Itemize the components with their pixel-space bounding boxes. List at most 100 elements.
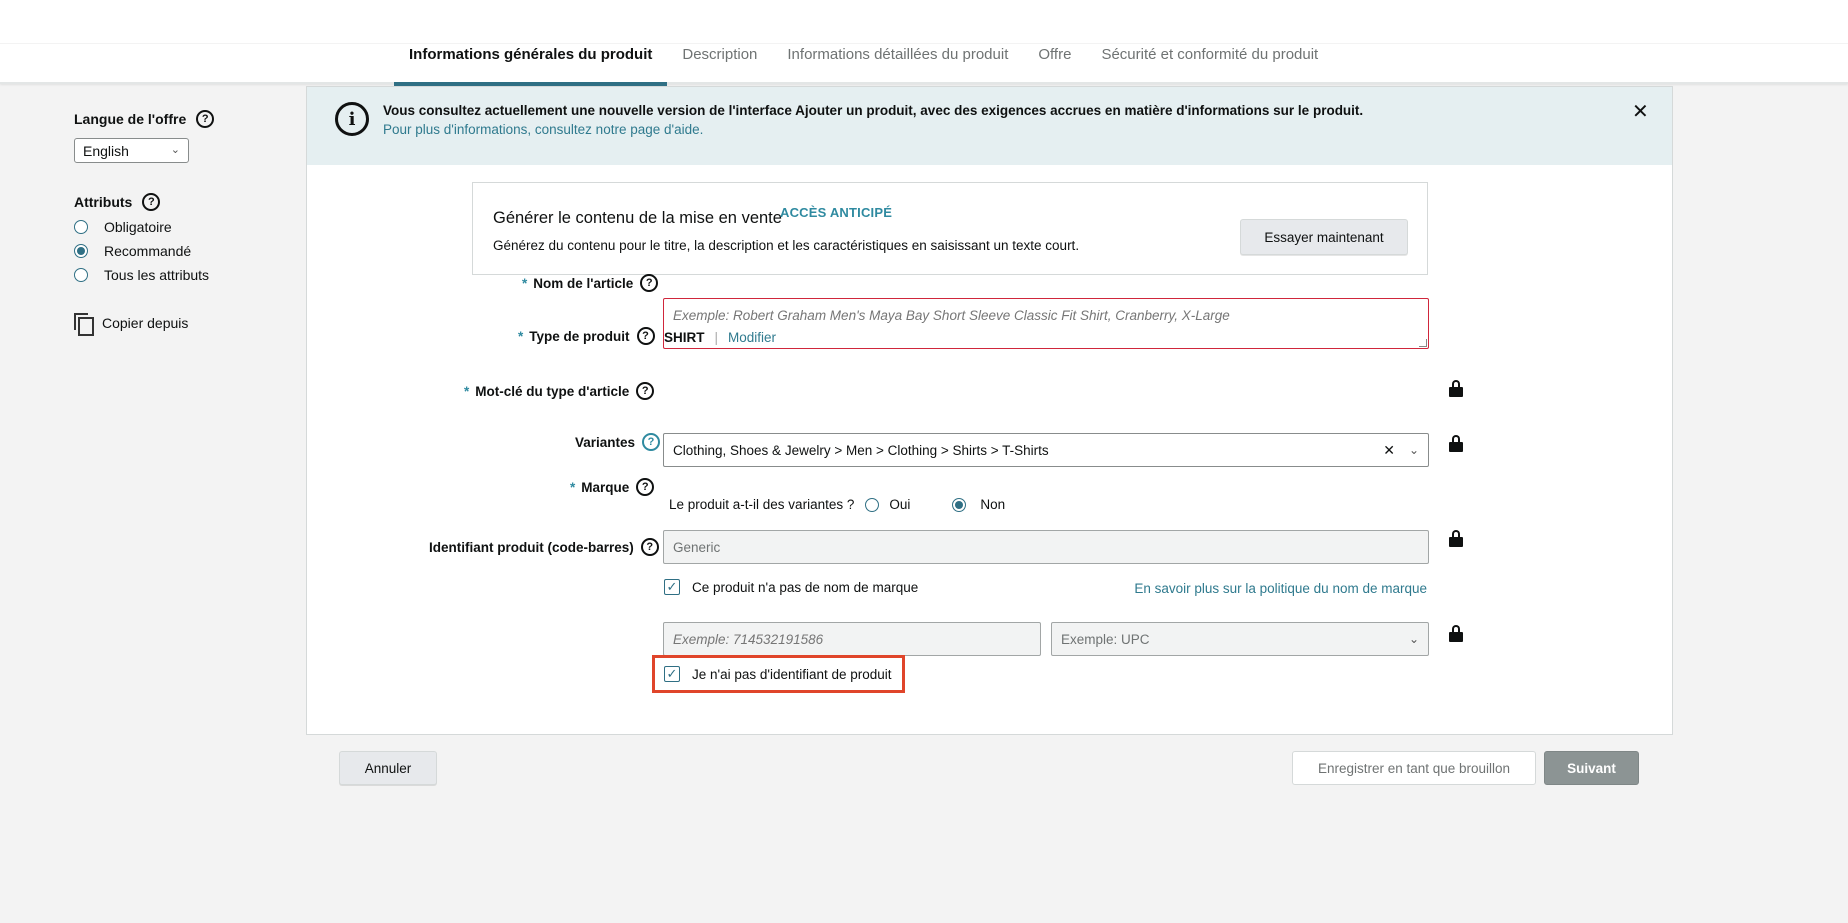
tab-detailed-info[interactable]: Informations détaillées du produit	[772, 0, 1023, 84]
brand-input: Generic	[663, 530, 1429, 564]
help-icon[interactable]: ?	[640, 538, 659, 556]
attributes-option-recommended[interactable]: Recommandé	[74, 243, 294, 259]
offer-language-select[interactable]: English ⌄	[74, 138, 189, 163]
product-type-label: Type de produit	[529, 328, 630, 344]
copy-from-button[interactable]: Copier depuis	[74, 313, 294, 336]
no-product-id-checkbox-row[interactable]: ✓ Je n'ai pas d'identifiant de produit	[652, 655, 905, 693]
no-brand-checkbox-row[interactable]: ✓ Ce produit n'a pas de nom de marque	[664, 579, 918, 595]
offer-language-value: English	[83, 143, 129, 159]
next-button[interactable]: Suivant	[1544, 751, 1639, 785]
item-type-keyword-select[interactable]: Clothing, Shoes & Jewelry > Men > Clothi…	[663, 433, 1429, 467]
help-icon[interactable]: ?	[642, 433, 661, 451]
copy-icon	[74, 313, 94, 336]
brand-label: Marque	[581, 479, 630, 495]
lock-icon	[1449, 625, 1463, 642]
attributes-option-all[interactable]: Tous les attributs	[74, 267, 294, 283]
banner-help-link[interactable]: Pour plus d'informations, consultez notr…	[383, 122, 703, 137]
required-asterisk: *	[464, 383, 470, 399]
resize-handle[interactable]	[1419, 339, 1427, 347]
offer-language-label: Langue de l'offre	[74, 111, 187, 127]
attributes-filter: Attributs ? Obligatoire Recommandé Tous …	[74, 193, 294, 283]
chevron-down-icon[interactable]: ⌄	[1409, 443, 1419, 457]
radio-icon[interactable]	[74, 220, 88, 234]
product-type-value-row: SHIRT | Modifier	[664, 330, 776, 345]
separator: |	[714, 330, 719, 345]
cancel-button[interactable]: Annuler	[339, 751, 437, 785]
main-form-panel: i Vous consultez actuellement une nouvel…	[306, 86, 1673, 735]
lock-icon	[1449, 380, 1463, 397]
tab-offer[interactable]: Offre	[1023, 0, 1086, 84]
item-name-input[interactable]: Exemple: Robert Graham Men's Maya Bay Sh…	[663, 298, 1429, 349]
save-draft-button[interactable]: Enregistrer en tant que brouillon	[1292, 751, 1536, 785]
attributes-option-label: Recommandé	[104, 243, 192, 259]
product-id-label: Identifiant produit (code-barres)	[429, 539, 634, 555]
top-tab-bar: Informations générales du produit Descri…	[0, 0, 1848, 86]
variants-yes-option[interactable]: Oui	[865, 497, 910, 512]
variants-label-group: Variantes ?	[575, 433, 661, 451]
brand-value: Generic	[673, 539, 721, 555]
help-icon[interactable]: ?	[142, 193, 161, 211]
attributes-option-label: Tous les attributs	[104, 267, 210, 283]
variants-label: Variantes	[575, 434, 636, 450]
help-icon[interactable]: ?	[636, 382, 655, 400]
variants-question: Le produit a-t-il des variantes ?	[669, 497, 855, 512]
attributes-label: Attributs	[74, 194, 133, 210]
attributes-heading: Attributs ?	[74, 193, 294, 211]
offer-language-heading: Langue de l'offre ?	[74, 110, 294, 128]
no-product-id-label: Je n'ai pas d'identifiant de produit	[692, 666, 892, 682]
item-name-placeholder: Exemple: Robert Graham Men's Maya Bay Sh…	[673, 308, 1230, 323]
required-asterisk: *	[522, 275, 528, 291]
generate-subtitle: Générez du contenu pour le titre, la des…	[493, 238, 1080, 253]
brand-label-group: * Marque ?	[570, 478, 655, 496]
early-access-badge: ACCÈS ANTICIPÉ	[780, 205, 893, 220]
tab-description[interactable]: Description	[667, 0, 772, 84]
help-icon[interactable]: ?	[196, 110, 215, 128]
product-id-label-group: Identifiant produit (code-barres) ?	[429, 538, 659, 556]
radio-selected-icon[interactable]	[74, 244, 88, 258]
radio-selected-icon[interactable]	[952, 497, 967, 512]
chevron-down-icon: ⌄	[170, 144, 180, 156]
tab-general-info[interactable]: Informations générales du produit	[394, 0, 668, 86]
attributes-option-required[interactable]: Obligatoire	[74, 219, 294, 235]
product-type-label-group: * Type de produit ?	[518, 327, 655, 345]
variants-no-option[interactable]: Non	[952, 497, 1005, 512]
variants-no-label: Non	[980, 497, 1006, 512]
radio-icon[interactable]	[865, 497, 880, 512]
checkbox-checked-icon[interactable]: ✓	[664, 666, 680, 682]
product-id-input: Exemple: 714532191586	[663, 622, 1041, 656]
variants-yes-label: Oui	[889, 497, 911, 512]
brand-policy-link[interactable]: En savoir plus sur la politique du nom d…	[1134, 581, 1427, 596]
copy-from-label: Copier depuis	[102, 315, 189, 331]
required-asterisk: *	[518, 328, 524, 344]
generate-content-card: Générer le contenu de la mise en vente A…	[472, 182, 1428, 275]
try-now-button[interactable]: Essayer maintenant	[1240, 219, 1408, 255]
help-icon[interactable]: ?	[640, 274, 659, 292]
clear-icon[interactable]: ✕	[1383, 442, 1395, 459]
info-icon: i	[335, 102, 369, 136]
item-type-keyword-value: Clothing, Shoes & Jewelry > Men > Clothi…	[673, 442, 1049, 458]
info-banner: i Vous consultez actuellement une nouvel…	[307, 87, 1672, 165]
radio-icon[interactable]	[74, 268, 88, 282]
product-id-type-select: Exemple: UPC ⌄	[1051, 622, 1429, 656]
close-icon[interactable]: ✕	[1632, 99, 1649, 124]
help-icon[interactable]: ?	[636, 327, 655, 345]
chevron-down-icon: ⌄	[1408, 632, 1419, 646]
required-asterisk: *	[570, 479, 576, 495]
help-icon[interactable]: ?	[636, 478, 655, 496]
item-type-keyword-label: Mot-clé du type d'article	[475, 383, 630, 399]
lock-icon	[1449, 435, 1463, 452]
attributes-option-label: Obligatoire	[104, 219, 172, 235]
generate-title: Générer le contenu de la mise en vente	[493, 209, 782, 227]
product-type-value: SHIRT	[664, 330, 705, 345]
lock-icon	[1449, 530, 1463, 547]
variants-question-row: Le produit a-t-il des variantes ? Oui No…	[669, 497, 1005, 512]
tab-safety-compliance[interactable]: Sécurité et conformité du produit	[1086, 0, 1333, 84]
modify-product-type-link[interactable]: Modifier	[728, 330, 776, 345]
no-brand-label: Ce produit n'a pas de nom de marque	[692, 579, 919, 595]
tab-list: Informations générales du produit Descri…	[394, 0, 1333, 86]
product-id-placeholder: Exemple: 714532191586	[673, 631, 824, 647]
checkbox-checked-icon[interactable]: ✓	[664, 579, 680, 595]
banner-message: Vous consultez actuellement une nouvelle…	[383, 103, 1364, 118]
item-type-keyword-label-group: * Mot-clé du type d'article ?	[464, 382, 655, 400]
sidebar: Langue de l'offre ? English ⌄ Attributs …	[74, 110, 294, 336]
